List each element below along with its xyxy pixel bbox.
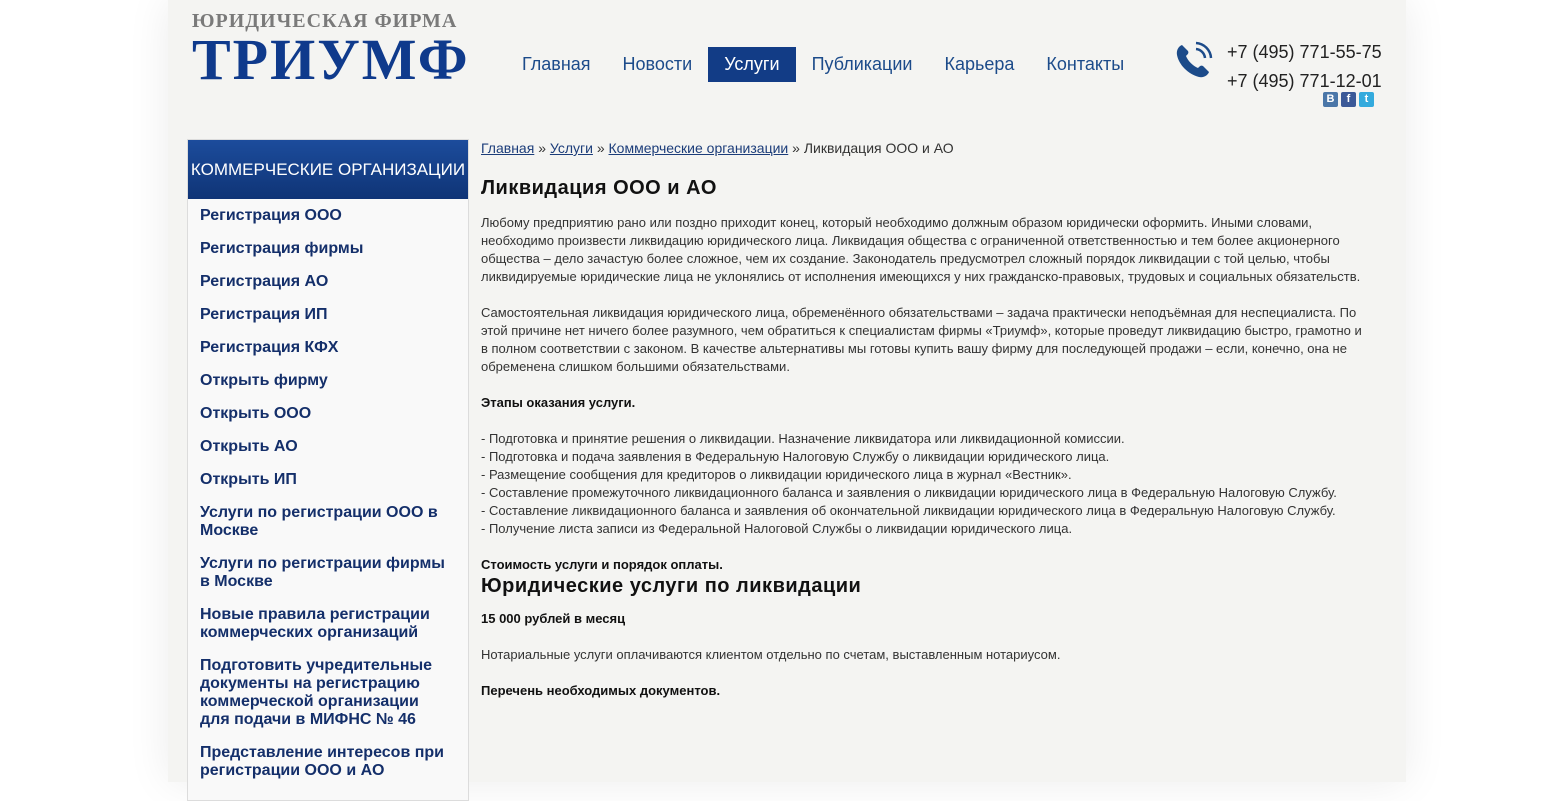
price: 15 000 рублей в месяц [481,611,626,626]
sidebar-item[interactable]: Представление интересов при регистрации … [200,744,468,780]
logo[interactable]: ЮРИДИЧЕСКАЯ ФИРМА ТРИУМФ [192,10,470,92]
sidebar-item[interactable]: Услуги по регистрации фирмы в Москве [200,555,468,591]
breadcrumb-link-commercial[interactable]: Коммерческие организации [609,140,789,156]
nav-services[interactable]: Услуги [708,47,796,82]
main-content: Главная » Услуги » Коммерческие организа… [481,139,1371,718]
main-nav: Главная Новости Услуги Публикации Карьер… [506,47,1140,82]
stages-heading: Этапы оказания услуги. [481,395,636,410]
breadcrumb-link-services[interactable]: Услуги [550,140,593,156]
sidebar-item[interactable]: Регистрация ИП [200,306,468,324]
phone-icon [1176,41,1213,78]
stage-item: - Подготовка и принятие решения о ликвид… [481,431,1125,446]
breadcrumb-current: Ликвидация ООО и АО [803,140,954,156]
sidebar-item[interactable]: Регистрация фирмы [200,240,468,258]
twitter-icon[interactable]: t [1359,92,1374,107]
breadcrumb-link-home[interactable]: Главная [481,140,534,156]
breadcrumb: Главная » Услуги » Коммерческие организа… [481,139,1371,159]
stage-item: - Получение листа записи из Федеральной … [481,521,1073,536]
sidebar-menu: Регистрация ООО Регистрация фирмы Регист… [188,199,468,780]
notary-note: Нотариальные услуги оплачиваются клиенто… [481,647,1061,662]
nav-contacts[interactable]: Контакты [1030,47,1140,82]
breadcrumb-separator: » [538,140,546,156]
intro-paragraph: Любому предприятию рано или поздно прихо… [481,215,1361,284]
stage-item: - Составление промежуточного ликвидацион… [481,485,1337,500]
page-container: ЮРИДИЧЕСКАЯ ФИРМА ТРИУМФ Главная Новости… [168,0,1406,801]
nav-news[interactable]: Новости [607,47,709,82]
phone-numbers: +7 (495) 771-55-75 +7 (495) 771-12-01 [1227,38,1382,96]
social-links: В f t [1323,92,1374,107]
sidebar-item[interactable]: Новые правила регистрации коммерческих о… [200,606,468,642]
cost-heading: Стоимость услуги и порядок оплаты. [481,557,723,572]
stage-item: - Размещение сообщения для кредиторов о … [481,467,1072,482]
sidebar-item[interactable]: Открыть АО [200,438,468,456]
sidebar-item[interactable]: Услуги по регистрации ООО в Москве [200,504,468,540]
phone-number-1[interactable]: +7 (495) 771-55-75 [1227,38,1382,67]
logo-title: ТРИУМФ [192,27,470,92]
documents-heading: Перечень необходимых документов. [481,683,721,698]
breadcrumb-separator: » [596,140,605,156]
nav-home[interactable]: Главная [506,47,607,82]
sidebar-item[interactable]: Подготовить учредительные документы на р… [200,657,468,729]
stage-item: - Составление ликвидационного баланса и … [481,503,1336,518]
facebook-icon[interactable]: f [1341,92,1356,107]
sidebar-item[interactable]: Открыть фирму [200,372,468,390]
sidebar-heading: КОММЕРЧЕСКИЕ ОРГАНИЗАЦИИ [188,140,468,199]
sidebar-item[interactable]: Регистрация КФХ [200,339,468,357]
sidebar-item[interactable]: Регистрация АО [200,273,468,291]
section-subtitle: Юридические услуги по ликвидации [481,575,862,597]
sidebar-item[interactable]: Регистрация ООО [200,207,468,225]
breadcrumb-separator: » [792,140,800,156]
vk-icon[interactable]: В [1323,92,1338,107]
page-title: Ликвидация ООО и АО [481,177,717,199]
sidebar: КОММЕРЧЕСКИЕ ОРГАНИЗАЦИИ Регистрация ООО… [187,139,469,801]
sidebar-item[interactable]: Открыть ООО [200,405,468,423]
stage-item: - Подготовка и подача заявления в Федера… [481,449,1110,464]
nav-publications[interactable]: Публикации [796,47,929,82]
sidebar-item[interactable]: Открыть ИП [200,471,468,489]
second-paragraph: Самостоятельная ликвидация юридического … [481,305,1362,374]
nav-career[interactable]: Карьера [928,47,1030,82]
stages-list: - Подготовка и принятие решения о ликвид… [481,430,1371,538]
